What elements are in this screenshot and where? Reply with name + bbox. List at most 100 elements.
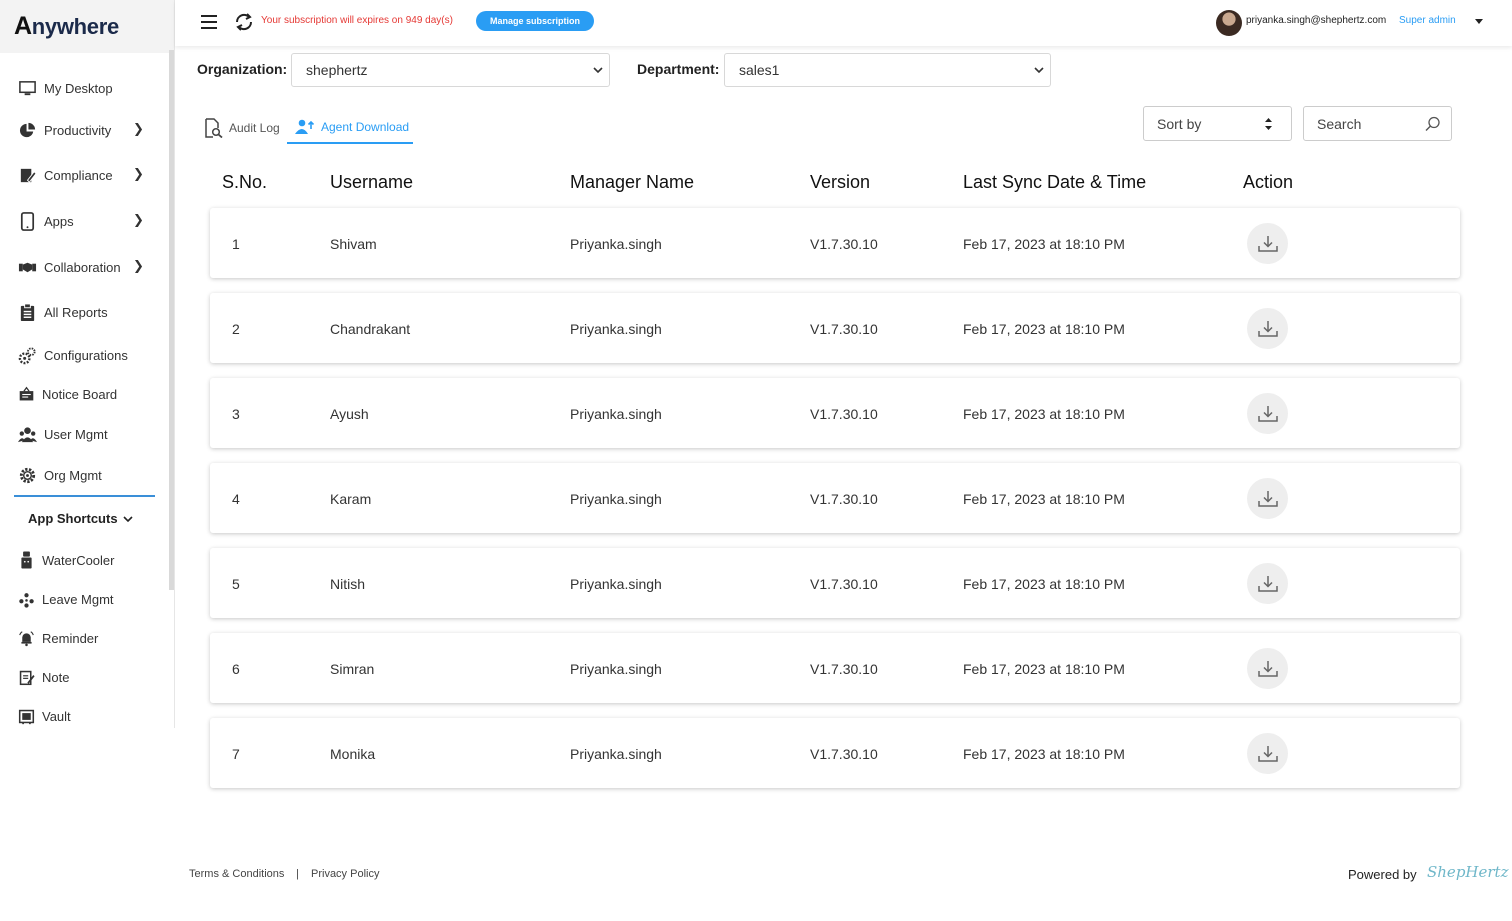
department-select[interactable]: sales1 [724, 53, 1051, 87]
download-button[interactable] [1247, 648, 1288, 689]
leave-icon [19, 592, 34, 608]
top-header: Your subscription will expires on 949 da… [175, 0, 1512, 46]
shortcut-vault[interactable]: Vault [18, 704, 148, 728]
compliance-icon [20, 168, 37, 183]
download-button[interactable] [1247, 563, 1288, 604]
logo-area: Anywhere [0, 0, 174, 53]
chevron-right-icon: ❯ [133, 166, 144, 181]
cell-sno: 4 [232, 491, 240, 507]
hamburger-menu-icon[interactable] [201, 15, 217, 29]
download-icon [1257, 235, 1278, 252]
chevron-down-icon [593, 67, 603, 74]
chevron-right-icon: ❯ [133, 121, 144, 136]
sidebar-item-label: Configurations [44, 347, 128, 363]
cell-sno: 5 [232, 576, 240, 592]
cell-last-sync: Feb 17, 2023 at 18:10 PM [963, 661, 1125, 677]
sort-by-label: Sort by [1157, 115, 1202, 132]
sidebar-item-notice-board[interactable]: Notice Board [18, 382, 148, 406]
column-header-manager: Manager Name [570, 172, 695, 192]
sidebar-item-user-mgmt[interactable]: User Mgmt [18, 422, 148, 446]
shortcut-reminder[interactable]: Reminder [18, 626, 148, 650]
search-icon[interactable] [1425, 116, 1441, 132]
sidebar-item-my-desktop[interactable]: My Desktop [18, 76, 148, 100]
chevron-down-icon [1034, 67, 1044, 74]
cell-last-sync: Feb 17, 2023 at 18:10 PM [963, 321, 1125, 337]
shortcut-label: Reminder [42, 630, 99, 646]
brand-logo[interactable]: ShepHertz [1427, 863, 1508, 881]
download-icon [1257, 660, 1278, 677]
table-row: 1 Shivam Priyanka.singh V1.7.30.10 Feb 17, 2… [210, 208, 1460, 278]
cell-username: Simran [330, 661, 375, 677]
sidebar-item-apps[interactable]: Apps ❯ [18, 209, 148, 233]
organization-select[interactable]: shephertz [291, 53, 610, 87]
table-row: 4 Karam Priyanka.singh V1.7.30.10 Feb 17, 20… [210, 463, 1460, 533]
download-button[interactable] [1247, 223, 1288, 264]
terms-link[interactable]: Terms & Conditions [189, 868, 284, 880]
column-header-username: Username [330, 172, 414, 192]
cell-version: V1.7.30.10 [810, 236, 878, 252]
column-header-version: Version [810, 172, 871, 192]
cell-manager: Priyanka.singh [570, 746, 662, 762]
shortcut-note[interactable]: Note [18, 665, 148, 689]
tab-agent-download-label: Agent Download [321, 120, 410, 134]
sidebar-item-all-reports[interactable]: All Reports [18, 300, 148, 324]
download-button[interactable] [1247, 308, 1288, 349]
cell-last-sync: Feb 17, 2023 at 18:10 PM [963, 236, 1125, 252]
document-search-icon [205, 118, 223, 138]
tab-audit-log[interactable]: Audit Log [204, 112, 280, 144]
download-button[interactable] [1247, 733, 1288, 774]
search-input[interactable] [1317, 115, 1417, 132]
sync-icon[interactable] [234, 12, 254, 32]
cell-manager: Priyanka.singh [570, 321, 662, 337]
shortcut-label: Leave Mgmt [42, 591, 114, 607]
sidebar-item-collaboration[interactable]: Collaboration ❯ [18, 255, 148, 279]
shortcut-label: Note [42, 669, 70, 685]
cell-last-sync: Feb 17, 2023 at 18:10 PM [963, 406, 1125, 422]
avatar[interactable] [1216, 10, 1242, 36]
tab-agent-download[interactable]: Agent Download [287, 112, 413, 144]
mobile-icon [20, 211, 35, 231]
cell-version: V1.7.30.10 [810, 661, 878, 677]
shortcut-leave-mgmt[interactable]: Leave Mgmt [18, 587, 148, 611]
sidebar-item-compliance[interactable]: Compliance ❯ [18, 163, 148, 187]
manage-subscription-button[interactable]: Manage subscription [476, 11, 595, 31]
table-row: 6 Simran Priyanka.singh V1.7.30.10 Feb 17, 2… [210, 633, 1460, 703]
cell-sno: 7 [232, 746, 240, 762]
sidebar-item-productivity[interactable]: Productivity ❯ [18, 118, 148, 142]
user-menu-caret-icon[interactable] [1475, 19, 1483, 24]
privacy-link[interactable]: Privacy Policy [311, 868, 379, 880]
download-icon [1257, 575, 1278, 592]
column-header-sno: S.No. [222, 172, 268, 192]
handshake-icon [18, 262, 37, 272]
shortcut-label: Vault [42, 708, 71, 724]
sort-by-select[interactable]: Sort by [1143, 106, 1292, 141]
cell-manager: Priyanka.singh [570, 491, 662, 507]
department-label: Department: [637, 61, 720, 77]
desktop-icon [19, 80, 36, 95]
cell-version: V1.7.30.10 [810, 746, 878, 762]
download-button[interactable] [1247, 478, 1288, 519]
logo-letter: A [14, 12, 32, 40]
table-row: 5 Nitish Priyanka.singh V1.7.30.10 Feb 17, 2… [210, 548, 1460, 618]
sidebar-item-label: Collaboration [44, 259, 121, 275]
app-logo[interactable]: Anywhere [14, 12, 119, 41]
app-shortcuts-toggle[interactable]: App Shortcuts [28, 511, 133, 526]
cell-sno: 6 [232, 661, 240, 677]
sidebar-item-org-mgmt[interactable]: Org Mgmt [18, 463, 148, 487]
cell-sno: 1 [232, 236, 240, 252]
powered-by-text: Powered by [1348, 867, 1417, 882]
shortcut-watercooler[interactable]: WaterCooler [18, 548, 148, 572]
pie-chart-icon [19, 122, 36, 137]
cell-last-sync: Feb 17, 2023 at 18:10 PM [963, 491, 1125, 507]
column-header-action: Action [1243, 172, 1294, 192]
cell-sno: 2 [232, 321, 240, 337]
sidebar-scrollbar[interactable] [169, 50, 174, 590]
sidebar-divider [14, 495, 155, 497]
logo-text: nywhere [31, 14, 119, 39]
chevron-right-icon: ❯ [133, 258, 144, 273]
cell-username: Ayush [330, 406, 369, 422]
download-button[interactable] [1247, 393, 1288, 434]
sidebar-item-configurations[interactable]: Configurations [18, 343, 148, 367]
sidebar-item-label: All Reports [44, 304, 108, 320]
note-icon [19, 670, 35, 685]
